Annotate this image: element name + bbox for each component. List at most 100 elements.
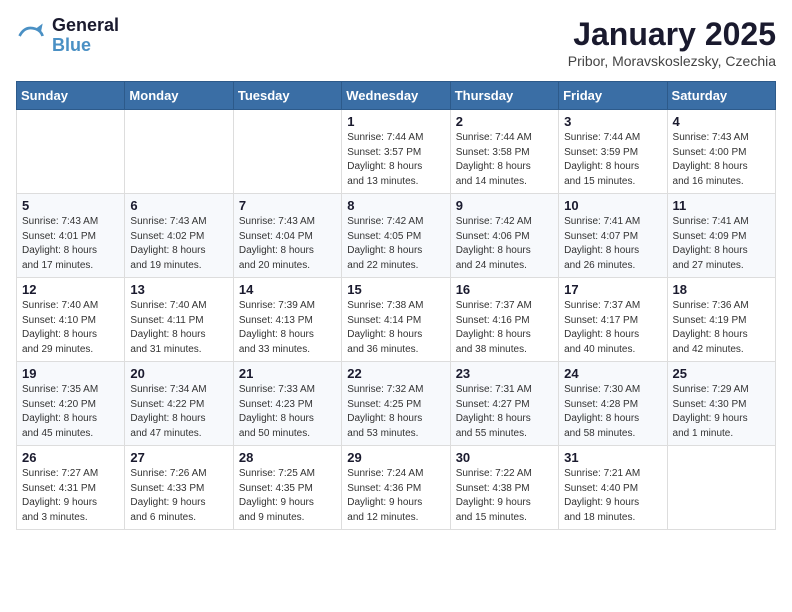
page-header: General Blue January 2025 Pribor, Moravs… — [16, 16, 776, 69]
calendar-week-row: 19 Sunrise: 7:35 AM Sunset: 4:20 PM Dayli… — [17, 362, 776, 446]
title-block: January 2025 Pribor, Moravskoslezsky, Cz… — [568, 16, 776, 69]
day-number: 17 — [564, 282, 661, 297]
day-number: 30 — [456, 450, 553, 465]
calendar-cell: 11 Sunrise: 7:41 AM Sunset: 4:09 PM Dayli… — [667, 194, 775, 278]
day-info: Sunrise: 7:31 AM Sunset: 4:27 PM Dayligh… — [456, 383, 553, 441]
day-number: 26 — [22, 450, 119, 465]
day-number: 31 — [564, 450, 661, 465]
day-number: 19 — [22, 366, 119, 381]
weekday-header-tuesday: Tuesday — [233, 82, 341, 110]
day-number: 28 — [239, 450, 336, 465]
month-year-title: January 2025 — [568, 16, 776, 53]
day-number: 20 — [130, 366, 227, 381]
day-number: 3 — [564, 114, 661, 129]
calendar-cell — [125, 110, 233, 194]
day-number: 1 — [347, 114, 444, 129]
weekday-header-wednesday: Wednesday — [342, 82, 450, 110]
day-number: 21 — [239, 366, 336, 381]
day-number: 9 — [456, 198, 553, 213]
day-info: Sunrise: 7:43 AM Sunset: 4:02 PM Dayligh… — [130, 215, 227, 273]
weekday-header-thursday: Thursday — [450, 82, 558, 110]
day-info: Sunrise: 7:25 AM Sunset: 4:35 PM Dayligh… — [239, 467, 336, 525]
day-number: 11 — [673, 198, 770, 213]
calendar-cell: 1 Sunrise: 7:44 AM Sunset: 3:57 PM Daylig… — [342, 110, 450, 194]
day-number: 10 — [564, 198, 661, 213]
calendar-week-row: 5 Sunrise: 7:43 AM Sunset: 4:01 PM Daylig… — [17, 194, 776, 278]
logo-line1: General — [52, 16, 119, 36]
day-number: 5 — [22, 198, 119, 213]
day-number: 25 — [673, 366, 770, 381]
calendar-cell: 24 Sunrise: 7:30 AM Sunset: 4:28 PM Dayli… — [559, 362, 667, 446]
day-info: Sunrise: 7:43 AM Sunset: 4:00 PM Dayligh… — [673, 131, 770, 189]
day-info: Sunrise: 7:44 AM Sunset: 3:58 PM Dayligh… — [456, 131, 553, 189]
day-info: Sunrise: 7:41 AM Sunset: 4:07 PM Dayligh… — [564, 215, 661, 273]
calendar-cell: 6Sunrise: 7:43 AM Sunset: 4:02 PM Daylig… — [125, 194, 233, 278]
weekday-header-row: SundayMondayTuesdayWednesdayThursdayFrid… — [17, 82, 776, 110]
calendar-cell: 4Sunrise: 7:43 AM Sunset: 4:00 PM Daylig… — [667, 110, 775, 194]
day-info: Sunrise: 7:43 AM Sunset: 4:01 PM Dayligh… — [22, 215, 119, 273]
calendar-cell: 19 Sunrise: 7:35 AM Sunset: 4:20 PM Dayli… — [17, 362, 125, 446]
day-info: Sunrise: 7:41 AM Sunset: 4:09 PM Dayligh… — [673, 215, 770, 273]
day-info: Sunrise: 7:43 AM Sunset: 4:04 PM Dayligh… — [239, 215, 336, 273]
day-number: 16 — [456, 282, 553, 297]
day-number: 22 — [347, 366, 444, 381]
day-info: Sunrise: 7:40 AM Sunset: 4:11 PM Dayligh… — [130, 299, 227, 357]
calendar-cell: 30 Sunrise: 7:22 AM Sunset: 4:38 PM Dayli… — [450, 446, 558, 530]
day-info: Sunrise: 7:21 AM Sunset: 4:40 PM Dayligh… — [564, 467, 661, 525]
calendar-cell: 22Sunrise: 7:32 AM Sunset: 4:25 PM Dayli… — [342, 362, 450, 446]
day-info: Sunrise: 7:24 AM Sunset: 4:36 PM Dayligh… — [347, 467, 444, 525]
day-info: Sunrise: 7:44 AM Sunset: 3:59 PM Dayligh… — [564, 131, 661, 189]
day-number: 8 — [347, 198, 444, 213]
calendar-cell: 16 Sunrise: 7:37 AM Sunset: 4:16 PM Dayli… — [450, 278, 558, 362]
day-info: Sunrise: 7:22 AM Sunset: 4:38 PM Dayligh… — [456, 467, 553, 525]
calendar-cell: 14Sunrise: 7:39 AM Sunset: 4:13 PM Dayli… — [233, 278, 341, 362]
day-info: Sunrise: 7:44 AM Sunset: 3:57 PM Dayligh… — [347, 131, 444, 189]
calendar-cell: 15Sunrise: 7:38 AM Sunset: 4:14 PM Dayli… — [342, 278, 450, 362]
calendar-cell: 13Sunrise: 7:40 AM Sunset: 4:11 PM Dayli… — [125, 278, 233, 362]
weekday-header-saturday: Saturday — [667, 82, 775, 110]
day-info: Sunrise: 7:26 AM Sunset: 4:33 PM Dayligh… — [130, 467, 227, 525]
calendar-cell — [667, 446, 775, 530]
calendar-cell: 18Sunrise: 7:36 AM Sunset: 4:19 PM Dayli… — [667, 278, 775, 362]
day-info: Sunrise: 7:29 AM Sunset: 4:30 PM Dayligh… — [673, 383, 770, 441]
calendar-cell: 2 Sunrise: 7:44 AM Sunset: 3:58 PM Daylig… — [450, 110, 558, 194]
calendar-cell: 8 Sunrise: 7:42 AM Sunset: 4:05 PM Daylig… — [342, 194, 450, 278]
calendar-cell: 9 Sunrise: 7:42 AM Sunset: 4:06 PM Daylig… — [450, 194, 558, 278]
day-number: 7 — [239, 198, 336, 213]
day-number: 29 — [347, 450, 444, 465]
day-info: Sunrise: 7:34 AM Sunset: 4:22 PM Dayligh… — [130, 383, 227, 441]
calendar-cell — [17, 110, 125, 194]
day-number: 15 — [347, 282, 444, 297]
day-info: Sunrise: 7:30 AM Sunset: 4:28 PM Dayligh… — [564, 383, 661, 441]
day-info: Sunrise: 7:42 AM Sunset: 4:06 PM Dayligh… — [456, 215, 553, 273]
weekday-header-sunday: Sunday — [17, 82, 125, 110]
day-info: Sunrise: 7:36 AM Sunset: 4:19 PM Dayligh… — [673, 299, 770, 357]
location-subtitle: Pribor, Moravskoslezsky, Czechia — [568, 53, 776, 69]
day-number: 2 — [456, 114, 553, 129]
logo-line2: Blue — [52, 36, 119, 56]
calendar-cell: 10 Sunrise: 7:41 AM Sunset: 4:07 PM Dayli… — [559, 194, 667, 278]
day-number: 12 — [22, 282, 119, 297]
logo-icon — [16, 20, 48, 52]
day-number: 24 — [564, 366, 661, 381]
calendar-cell: 25 Sunrise: 7:29 AM Sunset: 4:30 PM Dayli… — [667, 362, 775, 446]
day-info: Sunrise: 7:37 AM Sunset: 4:16 PM Dayligh… — [456, 299, 553, 357]
calendar-cell: 23Sunrise: 7:31 AM Sunset: 4:27 PM Dayli… — [450, 362, 558, 446]
day-info: Sunrise: 7:37 AM Sunset: 4:17 PM Dayligh… — [564, 299, 661, 357]
calendar-week-row: 12 Sunrise: 7:40 AM Sunset: 4:10 PM Dayli… — [17, 278, 776, 362]
weekday-header-friday: Friday — [559, 82, 667, 110]
calendar-cell: 7 Sunrise: 7:43 AM Sunset: 4:04 PM Daylig… — [233, 194, 341, 278]
calendar-cell: 26 Sunrise: 7:27 AM Sunset: 4:31 PM Dayli… — [17, 446, 125, 530]
calendar-week-row: 26 Sunrise: 7:27 AM Sunset: 4:31 PM Dayli… — [17, 446, 776, 530]
calendar-cell: 29 Sunrise: 7:24 AM Sunset: 4:36 PM Dayli… — [342, 446, 450, 530]
day-info: Sunrise: 7:39 AM Sunset: 4:13 PM Dayligh… — [239, 299, 336, 357]
day-info: Sunrise: 7:27 AM Sunset: 4:31 PM Dayligh… — [22, 467, 119, 525]
day-info: Sunrise: 7:35 AM Sunset: 4:20 PM Dayligh… — [22, 383, 119, 441]
calendar-cell: 31 Sunrise: 7:21 AM Sunset: 4:40 PM Dayli… — [559, 446, 667, 530]
calendar-cell: 17 Sunrise: 7:37 AM Sunset: 4:17 PM Dayli… — [559, 278, 667, 362]
weekday-header-monday: Monday — [125, 82, 233, 110]
calendar-cell: 3 Sunrise: 7:44 AM Sunset: 3:59 PM Daylig… — [559, 110, 667, 194]
day-info: Sunrise: 7:42 AM Sunset: 4:05 PM Dayligh… — [347, 215, 444, 273]
day-info: Sunrise: 7:40 AM Sunset: 4:10 PM Dayligh… — [22, 299, 119, 357]
calendar-cell: 5 Sunrise: 7:43 AM Sunset: 4:01 PM Daylig… — [17, 194, 125, 278]
